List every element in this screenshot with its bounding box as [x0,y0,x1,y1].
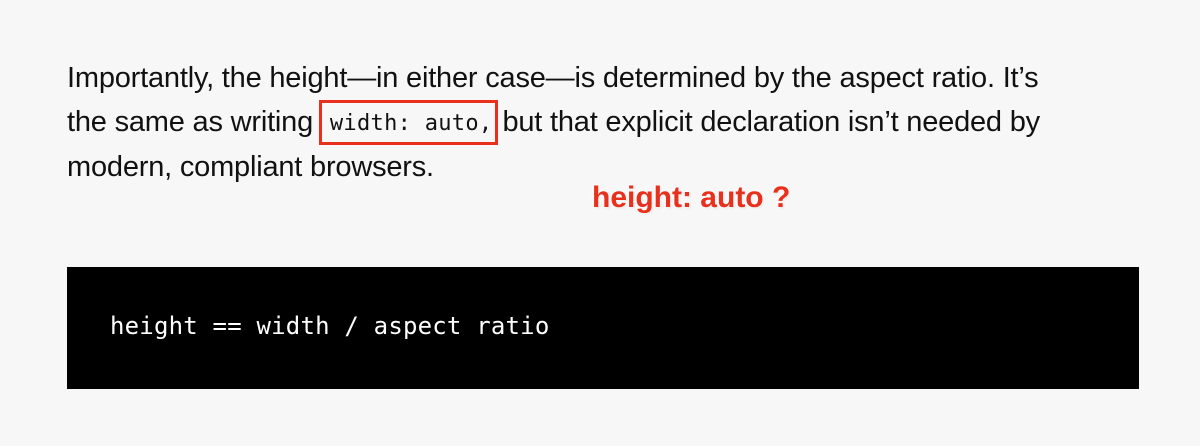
paragraph-text-after-code: but that explicit declaration isn’t need… [502,106,1040,138]
highlight-box: width: auto, [318,100,499,145]
code-block-text: height == width / aspect ratio [110,312,550,340]
article-paragraph: Importantly, the height—in either case—i… [67,56,1147,189]
inline-code: width: auto, [329,111,493,136]
paragraph-line-2: the same as writing width: auto, but that… [67,100,1147,145]
code-block: height == width / aspect ratio [67,267,1139,389]
annotation-label: height: auto ? [592,181,791,214]
paragraph-line-1: Importantly, the height—in either case—i… [67,62,1039,94]
paragraph-text-before-code: the same as writing [67,106,314,138]
